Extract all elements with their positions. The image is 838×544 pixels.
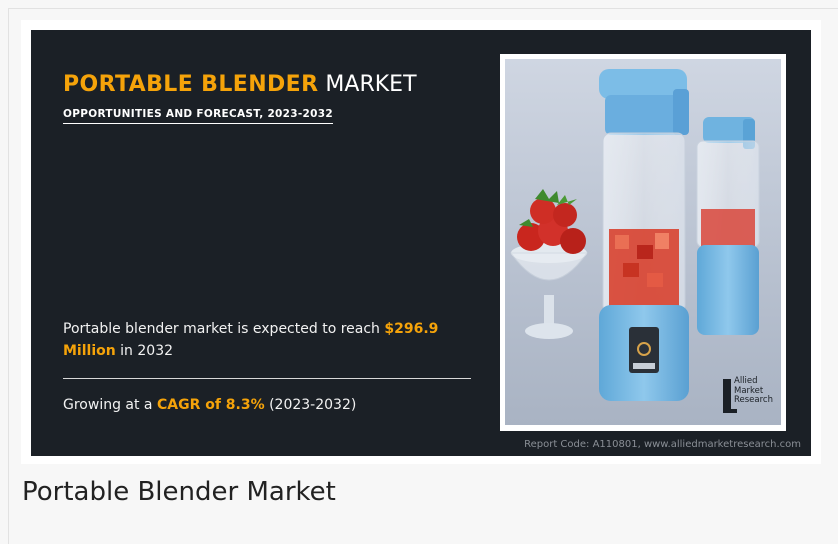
cagr-statement: Growing at a CAGR of 8.3% (2023-2032) — [63, 394, 356, 416]
banner-title-rest: MARKET — [318, 72, 417, 97]
market-banner: PORTABLE BLENDER MARKET OPPORTUNITIES AN… — [31, 30, 811, 456]
front-blender — [599, 69, 689, 401]
banner-title-highlight: PORTABLE BLENDER — [63, 72, 319, 97]
market-size-statement: Portable blender market is expected to r… — [63, 318, 483, 362]
stat-divider — [63, 378, 471, 379]
cagr-prefix: Growing at a — [63, 397, 157, 413]
cagr-suffix: (2023-2032) — [264, 397, 357, 413]
logo-mark — [723, 379, 737, 413]
report-code: Report Code: A110801, www.alliedmarketre… — [524, 439, 801, 450]
banner-title: PORTABLE BLENDER MARKET — [63, 70, 417, 100]
market-size-prefix: Portable blender market is expected to r… — [63, 321, 385, 337]
cagr-value: CAGR of 8.3% — [156, 397, 265, 413]
market-size-suffix: in 2032 — [115, 343, 174, 359]
banner-subtitle: OPPORTUNITIES AND FORECAST, 2023-2032 — [63, 108, 333, 124]
allied-market-research-logo: Allied Market Research — [723, 376, 781, 421]
blender-illustration — [505, 59, 781, 425]
image-caption: Portable Blender Market — [22, 477, 336, 507]
back-blender — [696, 117, 760, 335]
logo-text: Allied Market Research — [734, 376, 773, 405]
product-photo-frame: Allied Market Research — [500, 54, 786, 431]
product-photo: Allied Market Research — [505, 59, 781, 425]
